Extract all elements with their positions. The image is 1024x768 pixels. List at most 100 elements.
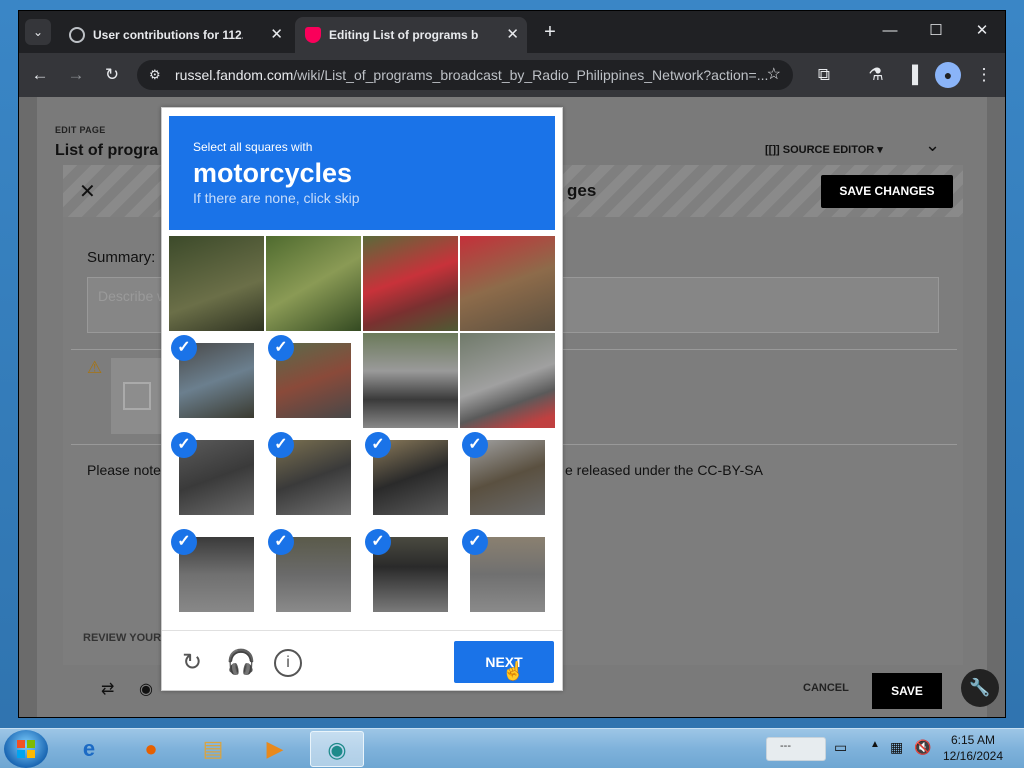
- preview-eye-icon[interactable]: ◉: [139, 679, 153, 699]
- checkmark-icon: ✓: [171, 335, 197, 361]
- captcha-tile[interactable]: ✓: [460, 430, 555, 525]
- captcha-tile[interactable]: ✓: [363, 527, 458, 622]
- tab-title: Editing List of programs broad: [329, 28, 479, 42]
- battery-icon[interactable]: ▭: [834, 739, 847, 756]
- close-icon[interactable]: ✕: [79, 179, 96, 204]
- clock[interactable]: 6:15 AM 12/16/2024: [938, 732, 1008, 764]
- captcha-tile[interactable]: [363, 236, 458, 331]
- captcha-tile[interactable]: ✓: [169, 527, 264, 622]
- reload-button[interactable]: ↻: [99, 62, 125, 88]
- start-button[interactable]: [4, 730, 48, 768]
- captcha-image-grid: ✓ ✓ ✓ ✓ ✓ ✓ ✓ ✓ ✓ ✓: [169, 236, 555, 622]
- review-changes-label[interactable]: REVIEW YOUR: [83, 632, 161, 644]
- edit-page-label: EDIT PAGE: [55, 125, 106, 135]
- captcha-tile[interactable]: [460, 333, 555, 428]
- cancel-button[interactable]: CANCEL: [803, 682, 849, 694]
- active-app-icon[interactable]: ◉: [310, 731, 364, 767]
- show-hidden-icons[interactable]: ▲: [870, 739, 880, 750]
- captcha-hint: If there are none, click skip: [193, 190, 360, 206]
- captcha-instruction: Select all squares with: [193, 140, 313, 154]
- close-tab-icon[interactable]: ✕: [270, 17, 283, 53]
- extensions-icon[interactable]: ⧉: [811, 62, 837, 88]
- checkmark-icon: ✓: [462, 529, 488, 555]
- back-button[interactable]: ←: [27, 62, 53, 88]
- dialog-title: ges: [567, 181, 597, 200]
- info-icon[interactable]: i: [274, 649, 302, 677]
- checkmark-icon: ✓: [268, 432, 294, 458]
- warning-icon: ⚠: [87, 358, 103, 377]
- labs-flask-icon[interactable]: ⚗: [863, 62, 889, 88]
- volume-muted-icon[interactable]: 🔇: [914, 739, 931, 756]
- headphones-icon[interactable]: 🎧: [226, 649, 256, 677]
- url-path: /wiki/List_of_programs_broadcast_by_Radi…: [293, 67, 769, 83]
- tab-title: User contributions for 112.202: [93, 28, 243, 42]
- checkmark-icon: ✓: [268, 335, 294, 361]
- license-note-continued: e released under the CC-BY-SA: [565, 462, 763, 478]
- network-icon[interactable]: ▦: [890, 739, 903, 756]
- checkmark-icon: ✓: [171, 432, 197, 458]
- site-info-icon[interactable]: ⚙: [149, 60, 161, 90]
- save-button[interactable]: SAVE: [872, 673, 942, 709]
- captcha-header: Select all squares with motorcycles If t…: [169, 116, 555, 230]
- summary-label: Summary:: [87, 249, 156, 266]
- captcha-object: motorcycles: [193, 158, 353, 188]
- captcha-tile[interactable]: [460, 236, 555, 331]
- profile-avatar-icon[interactable]: ●: [935, 62, 961, 88]
- checkmark-icon: ✓: [365, 529, 391, 555]
- tab-search-button[interactable]: ⌄: [25, 19, 51, 45]
- clock-date: 12/16/2024: [942, 749, 1004, 763]
- source-editor-toggle[interactable]: [[]] SOURCE EDITOR ▾: [765, 143, 883, 156]
- chevron-down-icon[interactable]: ⌄: [925, 135, 940, 156]
- tab-user-contributions[interactable]: User contributions for 112.202 ✕: [59, 17, 291, 53]
- address-bar[interactable]: ⚙ russel.fandom.com/wiki/List_of_program…: [137, 60, 793, 90]
- captcha-tile[interactable]: [266, 236, 361, 331]
- close-window-button[interactable]: ✕: [959, 11, 1005, 51]
- captcha-tile[interactable]: ✓: [169, 430, 264, 525]
- media-player-icon[interactable]: ▶: [248, 731, 302, 767]
- side-panel-icon[interactable]: ▐: [899, 62, 925, 88]
- windows-logo-icon: [17, 740, 35, 758]
- close-tab-icon[interactable]: ✕: [506, 17, 519, 53]
- wrench-icon[interactable]: 🔧: [961, 669, 999, 707]
- tray-text: ---: [780, 740, 791, 752]
- captcha-tile[interactable]: [363, 333, 458, 428]
- minimize-button[interactable]: —: [867, 11, 913, 51]
- checkmark-icon: ✓: [171, 529, 197, 555]
- url-host: russel.fandom.com: [175, 67, 294, 83]
- firefox-icon[interactable]: ●: [124, 731, 178, 767]
- page-title: List of progra: [55, 142, 159, 159]
- diff-icon[interactable]: ⇄: [101, 679, 114, 699]
- hand-cursor-icon: ☝: [502, 661, 525, 681]
- captcha-tile[interactable]: ✓: [266, 333, 361, 428]
- captcha-tile[interactable]: ✓: [266, 527, 361, 622]
- new-tab-button[interactable]: +: [537, 17, 563, 47]
- captcha-tile[interactable]: ✓: [460, 527, 555, 622]
- tab-strip: ⌄ User contributions for 112.202 ✕ Editi…: [19, 11, 1005, 53]
- internet-explorer-icon[interactable]: e: [62, 731, 116, 767]
- captcha-tile-image: [460, 236, 555, 331]
- checkmark-icon: ✓: [268, 529, 294, 555]
- tray-box: [766, 737, 826, 761]
- file-explorer-icon[interactable]: ▤: [186, 731, 240, 767]
- source-editor-label: SOURCE EDITOR: [782, 144, 875, 156]
- captcha-checkbox[interactable]: [123, 382, 151, 410]
- reload-icon[interactable]: ↻: [178, 649, 206, 677]
- bookmark-star-icon[interactable]: ☆: [767, 60, 781, 90]
- browser-toolbar: ← → ↻ ⚙ russel.fandom.com/wiki/List_of_p…: [19, 53, 1005, 97]
- captcha-tile-image: [460, 333, 555, 428]
- tab-editing-list[interactable]: Editing List of programs broad ✕: [295, 17, 527, 53]
- captcha-tile[interactable]: ✓: [266, 430, 361, 525]
- captcha-tile[interactable]: [169, 236, 264, 331]
- captcha-tile[interactable]: ✓: [363, 430, 458, 525]
- checkmark-icon: ✓: [365, 432, 391, 458]
- maximize-button[interactable]: ☐: [913, 11, 959, 51]
- summary-placeholder: Describe w: [98, 288, 168, 304]
- clock-time: 6:15 AM: [950, 733, 996, 747]
- forward-button[interactable]: →: [63, 62, 89, 88]
- captcha-tile[interactable]: ✓: [169, 333, 264, 428]
- more-menu-icon[interactable]: ⋮: [971, 62, 997, 88]
- save-changes-button[interactable]: SAVE CHANGES: [821, 175, 953, 208]
- captcha-tile-image: [363, 236, 458, 331]
- captcha-tile-image: [266, 236, 361, 331]
- fandom-icon: [305, 27, 321, 43]
